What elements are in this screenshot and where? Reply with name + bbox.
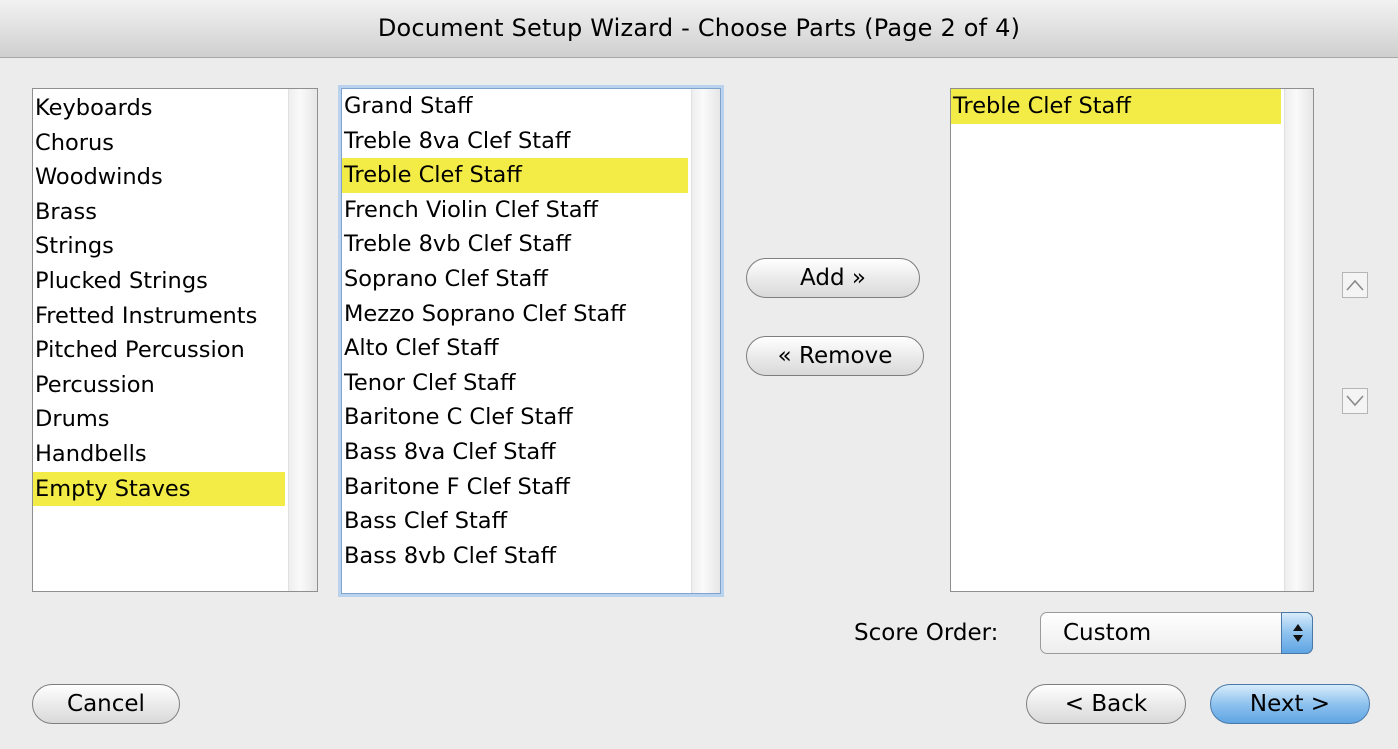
score-parts-list[interactable]: Treble Clef Staff bbox=[950, 88, 1314, 592]
category-list-item[interactable]: Empty Staves bbox=[33, 471, 285, 507]
instrument-list-item[interactable]: Bass Clef Staff bbox=[342, 504, 688, 539]
instrument-list-item[interactable]: Grand Staff bbox=[342, 89, 688, 124]
chevron-up-icon bbox=[1346, 279, 1364, 291]
move-down-button[interactable] bbox=[1342, 388, 1368, 414]
instrument-list-item[interactable]: Baritone C Clef Staff bbox=[342, 400, 688, 435]
score-parts-list-item[interactable]: Treble Clef Staff bbox=[951, 89, 1281, 124]
category-list-item[interactable]: Fretted Instruments bbox=[33, 299, 285, 334]
move-up-button[interactable] bbox=[1342, 272, 1368, 298]
category-list-item[interactable]: Strings bbox=[33, 229, 285, 264]
add-button[interactable]: Add » bbox=[746, 258, 920, 298]
up-down-stepper-icon bbox=[1293, 624, 1303, 642]
instrument-list-item[interactable]: French Violin Clef Staff bbox=[342, 193, 688, 228]
category-list-item[interactable]: Percussion bbox=[33, 368, 285, 403]
instrument-list-scrollbar[interactable] bbox=[691, 89, 720, 593]
remove-button[interactable]: « Remove bbox=[746, 336, 924, 376]
window-titlebar: Document Setup Wizard - Choose Parts (Pa… bbox=[0, 0, 1398, 58]
category-list-item[interactable]: Brass bbox=[33, 195, 285, 230]
next-button[interactable]: Next > bbox=[1210, 684, 1370, 724]
instrument-list-item[interactable]: Mezzo Soprano Clef Staff bbox=[342, 297, 688, 332]
category-list-item[interactable]: Keyboards bbox=[33, 91, 285, 126]
category-list-item[interactable]: Pitched Percussion bbox=[33, 333, 285, 368]
instrument-list-item[interactable]: Treble 8va Clef Staff bbox=[342, 124, 688, 159]
score-order-stepper[interactable] bbox=[1281, 612, 1313, 654]
instrument-list-item[interactable]: Treble Clef Staff bbox=[342, 158, 688, 193]
cancel-button[interactable]: Cancel bbox=[32, 684, 180, 724]
instrument-list-items: Grand Staff Treble 8va Clef Staff Treble C… bbox=[342, 89, 688, 573]
instrument-list-item[interactable]: Bass 8vb Clef Staff bbox=[342, 539, 688, 574]
category-list-item[interactable]: Handbells bbox=[33, 437, 285, 472]
instrument-list-item[interactable]: Soprano Clef Staff bbox=[342, 262, 688, 297]
category-list-items: Keyboards Chorus Woodwinds Brass Strings Pluc… bbox=[33, 91, 285, 507]
category-list-item[interactable]: Plucked Strings bbox=[33, 264, 285, 299]
score-order-label: Score Order: bbox=[854, 620, 999, 646]
category-list-item[interactable]: Drums bbox=[33, 402, 285, 437]
instrument-list-item[interactable]: Tenor Clef Staff bbox=[342, 366, 688, 401]
category-list-item[interactable]: Woodwinds bbox=[33, 160, 285, 195]
category-list-item[interactable]: Chorus bbox=[33, 126, 285, 161]
score-order-value: Custom bbox=[1063, 620, 1152, 646]
instrument-list-item[interactable]: Alto Clef Staff bbox=[342, 331, 688, 366]
score-parts-list-scrollbar[interactable] bbox=[1284, 89, 1313, 591]
instrument-list-item[interactable]: Treble 8vb Clef Staff bbox=[342, 227, 688, 262]
instrument-list-item[interactable]: Bass 8va Clef Staff bbox=[342, 435, 688, 470]
instrument-list-item[interactable]: Baritone F Clef Staff bbox=[342, 470, 688, 505]
score-parts-list-items: Treble Clef Staff bbox=[951, 89, 1281, 124]
category-list-scrollbar[interactable] bbox=[288, 89, 317, 591]
instrument-list[interactable]: Grand Staff Treble 8va Clef Staff Treble C… bbox=[341, 88, 721, 594]
back-button[interactable]: < Back bbox=[1026, 684, 1186, 724]
category-list[interactable]: Keyboards Chorus Woodwinds Brass Strings Pluc… bbox=[32, 88, 318, 592]
chevron-down-icon bbox=[1346, 395, 1364, 407]
window-title: Document Setup Wizard - Choose Parts (Pa… bbox=[377, 14, 1021, 42]
score-order-select[interactable]: Custom bbox=[1040, 612, 1313, 654]
